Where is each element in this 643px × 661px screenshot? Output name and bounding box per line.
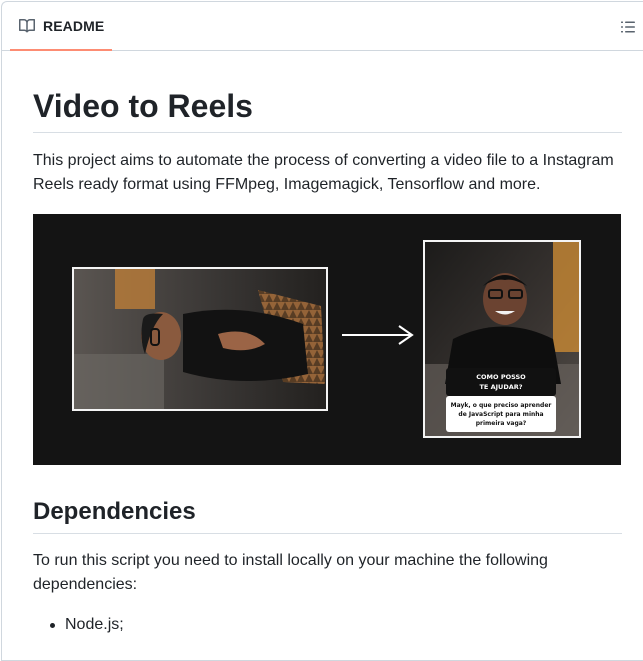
reel-question-line2: TE AJUDAR? (479, 383, 522, 391)
book-icon (19, 18, 35, 32)
source-video-frame (72, 267, 328, 411)
reel-question-line1: COMO POSSO (476, 373, 526, 381)
dependencies-paragraph: To run this script you need to install l… (33, 552, 548, 593)
readme-tab-label: README (43, 17, 105, 34)
reels-video-frame: COMO POSSO TE AJUDAR? Mayk, o que precis… (423, 240, 581, 438)
conversion-illustration: COMO POSSO TE AJUDAR? Mayk, o que precis… (72, 240, 581, 438)
intro-paragraph: This project aims to automate the proces… (33, 152, 614, 193)
video-to-reels-image: COMO POSSO TE AJUDAR? Mayk, o que precis… (33, 214, 621, 465)
arrow-right-icon (342, 325, 414, 345)
reel-answer-line2: de JavaScript para minha (458, 411, 543, 418)
list-unordered-icon (621, 21, 635, 33)
reel-answer-line3: primeira vaga? (476, 420, 527, 427)
table-of-contents-button[interactable] (619, 18, 637, 36)
dependencies-list: Node.js; (33, 613, 622, 637)
readme-header: README (2, 2, 643, 51)
reel-answer-line1: Mayk, o que preciso aprender (451, 402, 552, 409)
list-item: Node.js; (33, 613, 622, 637)
readme-tab[interactable]: README (10, 2, 112, 51)
dependencies-heading: Dependencies (33, 497, 622, 534)
page-title: Video to Reels (33, 86, 622, 133)
